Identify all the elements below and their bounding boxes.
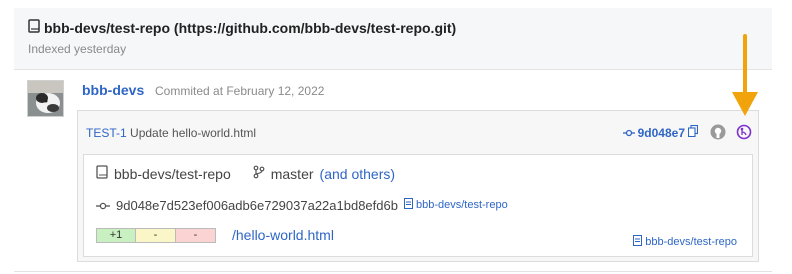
sha-repo-link[interactable]: bbb-devs/test-repo [403,198,508,212]
file-icon [403,198,413,212]
commit-heading: TEST-1 Update hello-world.html [86,126,256,140]
indexed-status: Indexed yesterday [28,42,127,56]
commit-sha: 9d048e7 [622,124,699,140]
diff-added: +1 [96,227,136,243]
branch-name: master [270,165,314,182]
copy-icon[interactable] [687,124,699,140]
repo-title: bbb-devs/test-repo (https://github.com/b… [28,19,456,36]
github-icon[interactable] [710,124,726,140]
repo-name[interactable]: bbb-devs/test-repo [114,166,231,182]
commit-sha-link[interactable]: 9d048e7 [638,126,685,140]
divider [14,271,772,272]
file-icon [633,235,643,249]
file-row: +1 - - /hello-world.html [96,227,334,243]
file-path-link[interactable]: /hello-world.html [232,227,334,243]
diff-modified: - [136,227,176,243]
file-repo-link[interactable]: bbb-devs/test-repo [633,235,737,249]
commit-author[interactable]: bbb-devs [82,82,144,98]
sha-repo-label: bbb-devs/test-repo [415,199,508,211]
repo-icon [96,165,108,182]
file-repo-label: bbb-devs/test-repo [645,236,737,248]
repo-icon [28,19,40,36]
commit-icon [96,197,110,213]
branch-icon [253,165,265,182]
diff-bar: +1 - - [96,227,216,243]
commit-icon [622,126,635,140]
commit-card: TEST-1 Update hello-world.html 9d048e7 b… [77,110,759,262]
annotation-arrow-icon [732,34,758,116]
avatar[interactable] [27,80,64,117]
other-branches-link[interactable]: (and others) [320,166,395,182]
commit-message: Update hello-world.html [130,126,257,140]
issue-key-link[interactable]: TEST-1 [86,126,127,140]
diff-deleted: - [176,227,216,243]
repo-title-text[interactable]: bbb-devs/test-repo (https://github.com/b… [44,20,456,36]
repo-branch-row: bbb-devs/test-repo master (and others) [96,165,395,182]
sha-row: 9d048e7d523ef006adb6e729037a22a1bd8efd6b… [96,197,508,213]
repo-header: bbb-devs/test-repo (https://github.com/b… [14,8,772,70]
commit-details: bbb-devs/test-repo master (and others) 9… [83,154,753,257]
commit-date: Commited at February 12, 2022 [155,84,325,98]
pull-request-icon[interactable] [736,124,752,140]
commit-sha-full: 9d048e7d523ef006adb6e729037a22a1bd8efd6b [116,197,398,213]
